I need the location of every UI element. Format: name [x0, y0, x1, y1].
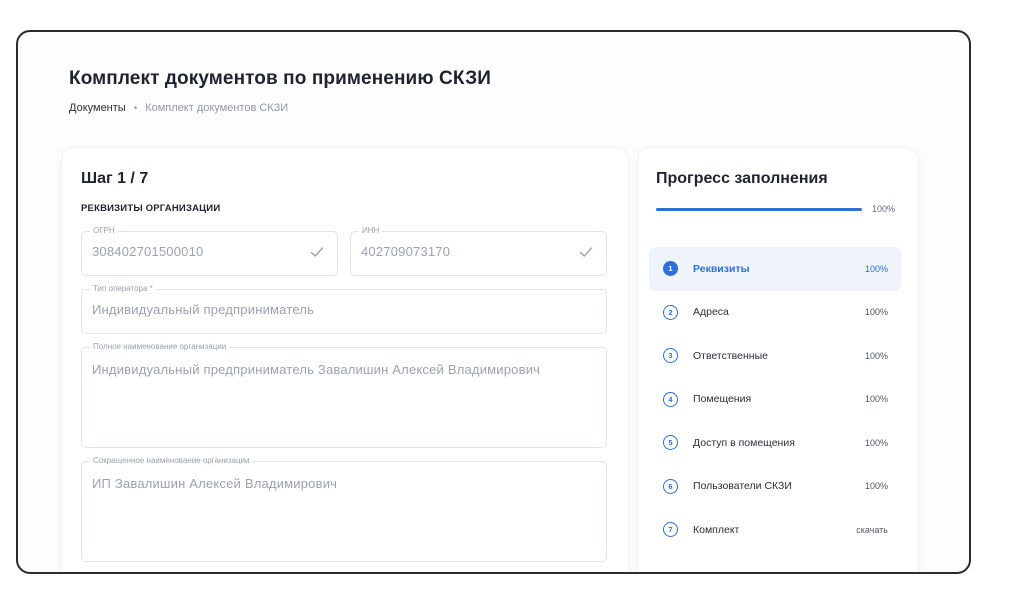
progress-step-1[interactable]: 1 Реквизиты 100%: [649, 247, 901, 291]
step-number-badge: 1: [663, 261, 678, 277]
progress-step-5[interactable]: 5 Доступ в помещения 100%: [649, 421, 901, 465]
progress-title: Прогресс заполнения: [656, 170, 828, 187]
step-name: Адреса: [693, 306, 729, 319]
window-frame: Комплект документов по применению СКЗИ Д…: [16, 30, 971, 574]
step-percent: 100%: [864, 437, 888, 448]
inn-field[interactable]: ИНН 402709073170: [350, 226, 607, 276]
short-name-textarea[interactable]: Сокращенное наименование организации ИП …: [81, 456, 607, 562]
breadcrumb: Документы • Комплект документов СКЗИ: [69, 102, 288, 114]
progress-step-3[interactable]: 3 Ответственные 100%: [649, 334, 901, 378]
step-name: Ответственные: [693, 349, 768, 362]
inn-value: 402709073170: [361, 244, 451, 259]
operator-type-value: Индивидуальный предприниматель: [92, 302, 315, 317]
step-percent: 100%: [864, 263, 888, 274]
step-name: Доступ в помещения: [693, 436, 795, 449]
step-number-badge: 4: [663, 391, 678, 407]
step-percent: 100%: [864, 481, 888, 492]
progress-card: Прогресс заполнения 100% 1 Реквизиты 100% 2…: [638, 148, 918, 572]
progress-percent: 100%: [872, 204, 896, 214]
form-card: Шаг 1 / 7 РЕКВИЗИТЫ ОРГАНИЗАЦИИ ОГРН 308…: [62, 148, 628, 572]
step-percent: 100%: [864, 350, 888, 361]
step-name: Помещения: [693, 393, 752, 406]
step-number-badge: 2: [663, 304, 678, 320]
ogrn-field[interactable]: ОГРН 308402701500010: [81, 226, 338, 276]
progress-step-4[interactable]: 4 Помещения 100%: [649, 378, 901, 422]
full-name-textarea[interactable]: Полное наименование организации Индивиду…: [81, 342, 607, 448]
short-name-label: Сокращенное наименование организации: [90, 456, 253, 466]
operator-type-select[interactable]: Тип оператора * Индивидуальный предприни…: [81, 284, 607, 334]
check-icon: [310, 247, 324, 257]
page-title: Комплект документов по применению СКЗИ: [69, 68, 492, 89]
breadcrumb-current: Комплект документов СКЗИ: [145, 102, 289, 114]
breadcrumb-separator: •: [133, 102, 138, 114]
step-name: Реквизиты: [693, 262, 750, 275]
section-title: РЕКВИЗИТЫ ОРГАНИЗАЦИИ: [81, 203, 221, 214]
step-number-badge: 3: [663, 348, 678, 364]
check-icon: [579, 247, 593, 257]
step-title: Шаг 1 / 7: [81, 170, 149, 187]
step-percent: 100%: [864, 394, 888, 405]
progress-step-2[interactable]: 2 Адреса 100%: [649, 291, 901, 335]
step-percent: 100%: [864, 307, 888, 318]
short-name-value: ИП Завалишин Алексей Владимирович: [92, 476, 338, 491]
step-number-badge: 6: [663, 478, 678, 494]
step-name: Пользователи СКЗИ: [693, 480, 792, 493]
progress-bar-fill: [656, 208, 862, 211]
progress-step-7[interactable]: 7 Комплект скачать: [649, 508, 901, 552]
progress-steps-list: 1 Реквизиты 100% 2 Адреса 100% 3 Ответственные 1…: [649, 247, 901, 552]
full-name-label: Полное наименование организации: [90, 342, 230, 352]
operator-type-label: Тип оператора *: [90, 284, 156, 294]
download-link[interactable]: скачать: [856, 525, 888, 535]
ogrn-value: 308402701500010: [92, 244, 204, 259]
step-number-badge: 5: [663, 435, 678, 451]
full-name-value: Индивидуальный предприниматель Завалишин…: [92, 362, 541, 377]
progress-step-6[interactable]: 6 Пользователи СКЗИ 100%: [649, 465, 901, 509]
inn-label: ИНН: [359, 226, 383, 236]
breadcrumb-link-documents[interactable]: Документы: [69, 102, 126, 114]
step-name: Комплект: [693, 523, 740, 536]
progress-bar: [656, 208, 862, 211]
step-number-badge: 7: [663, 522, 678, 538]
ogrn-label: ОГРН: [90, 226, 118, 236]
